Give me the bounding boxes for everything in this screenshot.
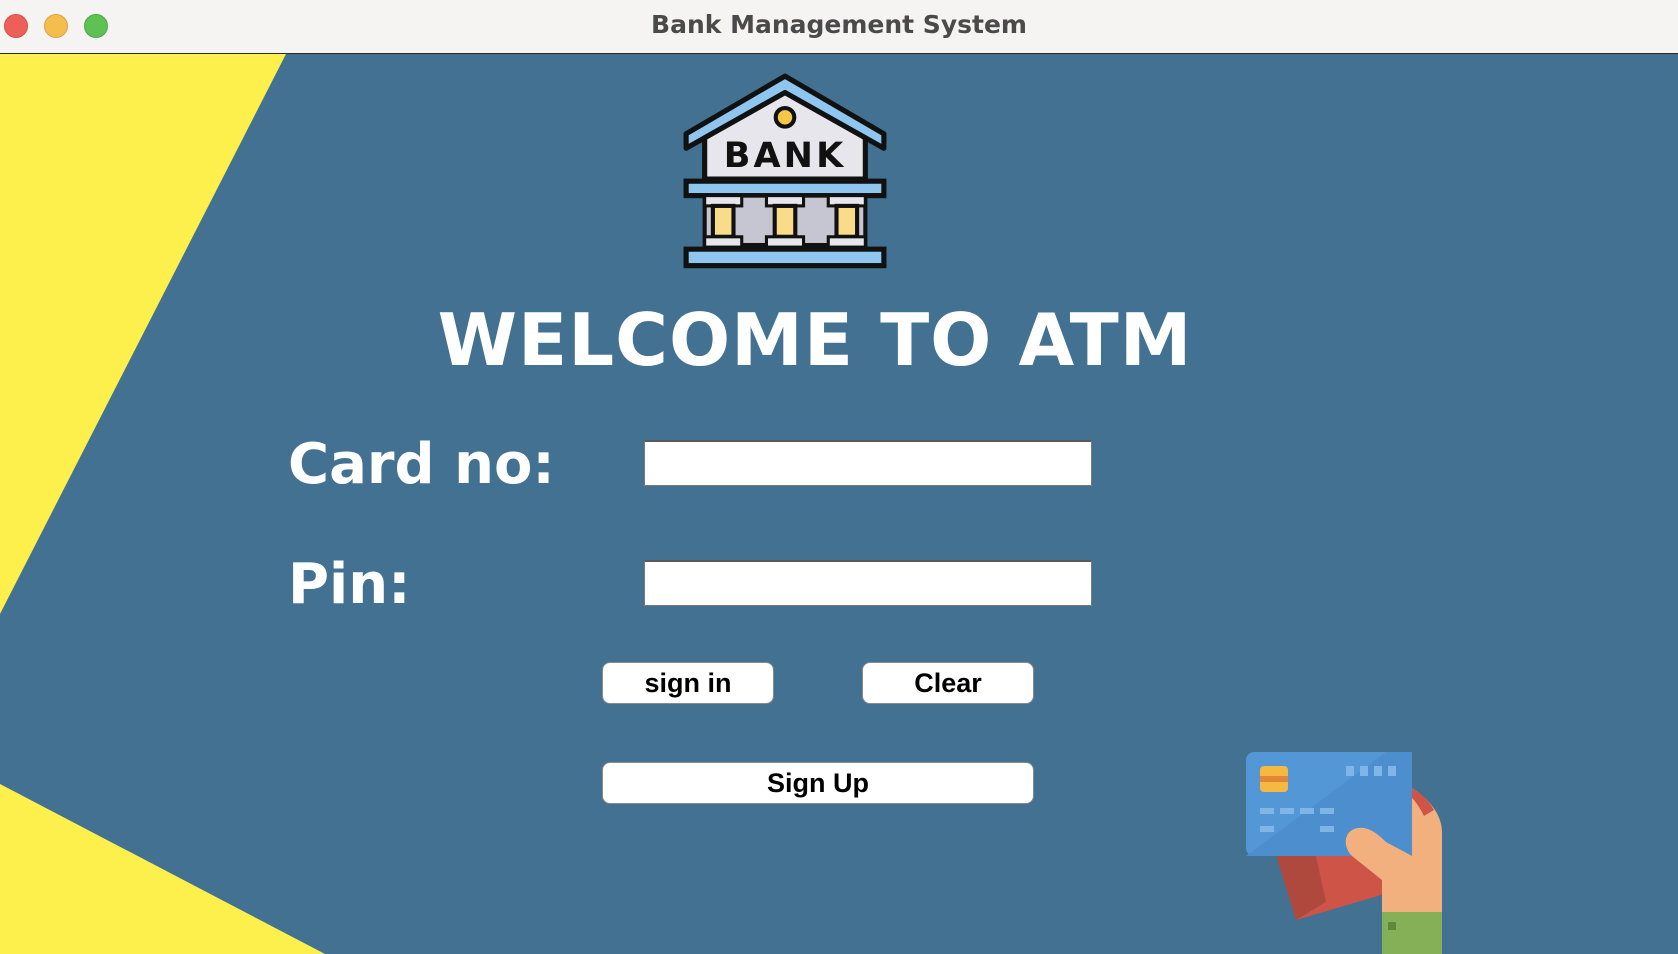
window-titlebar: Bank Management System [0,0,1678,54]
pin-input[interactable] [644,560,1092,606]
sign-in-button[interactable]: sign in [602,662,774,704]
atm-login-panel: BANK WELCOME TO ATM Card no: Pin: sign i… [0,54,1678,954]
yellow-bottom-decoration [0,784,325,954]
clear-button[interactable]: Clear [862,662,1034,704]
sign-up-button[interactable]: Sign Up [602,762,1034,804]
card-number-label: Card no: [288,432,555,497]
window-title: Bank Management System [651,10,1027,39]
bank-logo-text: BANK [724,135,847,176]
bank-building-icon: BANK [683,73,887,269]
hand-holding-credit-card-icon [1246,752,1442,954]
card-number-input[interactable] [644,440,1092,486]
pin-label: Pin: [288,552,411,617]
welcome-heading: WELCOME TO ATM [437,298,1193,382]
